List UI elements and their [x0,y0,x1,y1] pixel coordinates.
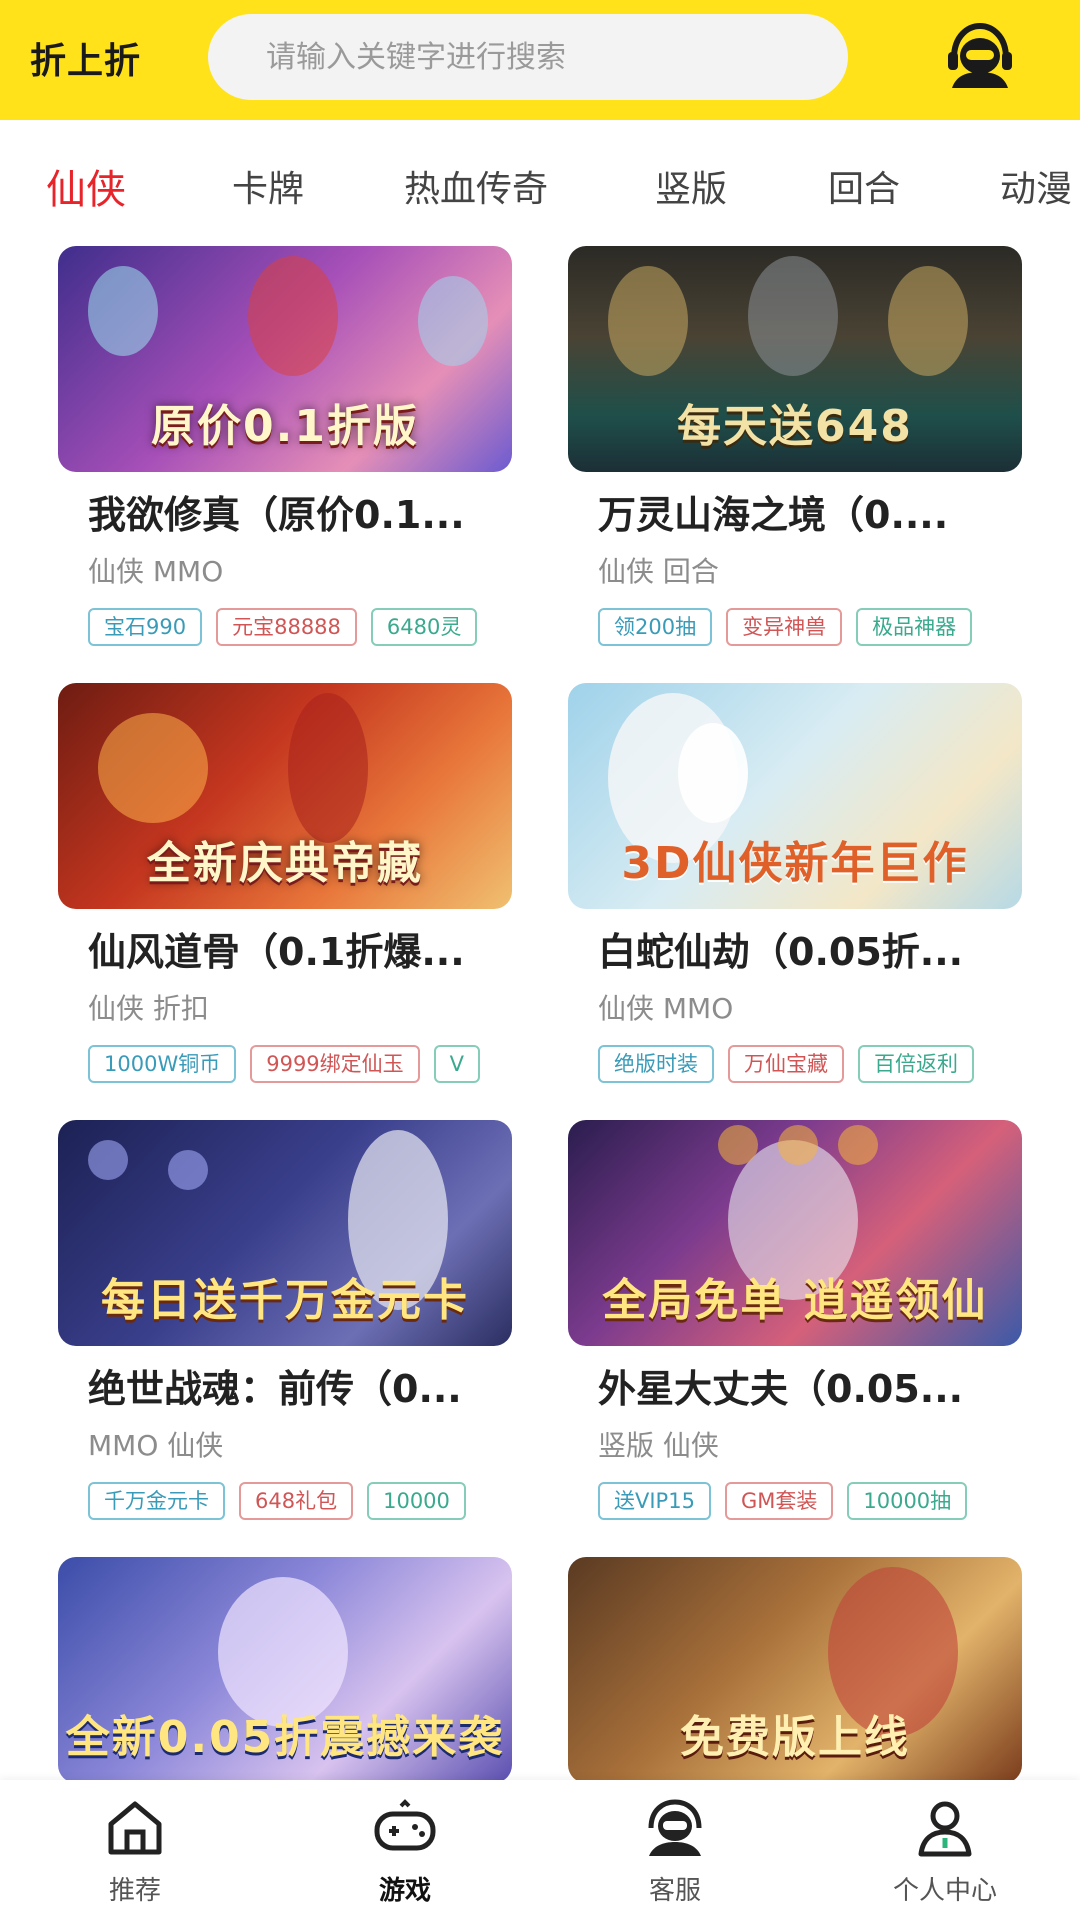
tag-list: 送VIP15 GM套装 10000抽 [598,1482,1022,1522]
tag: 万仙宝藏 [728,1045,844,1083]
nav-games[interactable]: 游戏 [270,1780,540,1920]
tag: 10000抽 [847,1482,968,1520]
tab-kapai[interactable]: 卡牌 [232,160,304,212]
banner-text: 每天送648 [677,401,913,452]
game-banner: 全新庆典帝藏 [58,683,512,909]
tag-list: 宝石990 元宝88888 6480灵 [88,608,512,648]
game-title: 仙风道骨（0.1折爆... [88,930,465,974]
tag: V [433,1045,481,1083]
tag-list: 绝版时装 万仙宝藏 百倍返利 [598,1045,1022,1085]
game-banner: 免费版上线 [568,1557,1022,1780]
game-banner: 原价0.1折版 [58,246,512,472]
tag: 千万金元卡 [88,1482,225,1520]
tag: 宝石990 [88,608,203,646]
tag: 极品神器 [856,608,973,646]
bottom-nav: 推荐 游戏 客服 个人中心 [0,1780,1080,1920]
game-title: 万灵山海之境（0.... [598,493,949,537]
tag: 送VIP15 [598,1482,711,1520]
tag: 变异神兽 [726,608,843,646]
game-banner: 全新0.05折震撼来袭 [58,1557,512,1780]
search-input[interactable] [266,39,806,75]
tag: GM套装 [724,1482,834,1520]
gamepad-icon [373,1798,437,1858]
tag: 9999绑定仙玉 [250,1045,420,1083]
game-card[interactable]: 原价0.1折版 我欲修真（原价0.1... 仙侠 MMO 宝石990 元宝8888… [58,246,512,666]
game-title: 外星大丈夫（0.05... [598,1367,964,1411]
game-card[interactable]: 每天送648 万灵山海之境（0.... 仙侠 回合 领200抽 变异神兽 极品神器 [568,246,1022,666]
tab-rexue-chuanqi[interactable]: 热血传奇 [404,160,548,212]
banner-text: 全新庆典帝藏 [147,838,423,889]
tag: 1000W铜币 [88,1045,237,1083]
tag-list: 千万金元卡 648礼包 10000 [88,1482,512,1522]
tag: 领200抽 [598,608,713,646]
nav-label: 客服 [648,1876,701,1906]
tab-shuban[interactable]: 竖版 [655,160,727,212]
game-card[interactable]: 全新0.05折震撼来袭 [58,1557,512,1780]
game-card[interactable]: 3D仙侠新年巨作 白蛇仙劫（0.05折... 仙侠 MMO 绝版时装 万仙宝藏 百倍… [568,683,1022,1103]
tag-list: 1000W铜币 9999绑定仙玉 V [88,1045,512,1085]
game-category: MMO 仙侠 [88,1429,224,1462]
game-banner: 全局免单 逍遥领仙 [568,1120,1022,1346]
search-bar[interactable] [208,14,848,100]
game-title: 我欲修真（原价0.1... [88,493,465,537]
tag-list: 领200抽 变异神兽 极品神器 [598,608,1022,648]
game-category: 仙侠 折扣 [88,992,209,1025]
game-card[interactable]: 全局免单 逍遥领仙 外星大丈夫（0.05... 竖版 仙侠 送VIP15 GM套装… [568,1120,1022,1540]
headset-agent-icon [643,1798,707,1858]
tag: 10000 [367,1482,466,1520]
game-banner: 每日送千万金元卡 [58,1120,512,1346]
tab-dongman[interactable]: 动漫 [1000,160,1072,212]
game-title: 白蛇仙劫（0.05折... [598,930,964,974]
nav-customer-service[interactable]: 客服 [540,1780,810,1920]
banner-text: 全新0.05折震撼来袭 [65,1712,505,1763]
tag: 绝版时装 [598,1045,714,1083]
game-banner: 每天送648 [568,246,1022,472]
nav-profile[interactable]: 个人中心 [810,1780,1080,1920]
game-card[interactable]: 免费版上线 [568,1557,1022,1780]
banner-text: 3D仙侠新年巨作 [621,838,969,889]
banner-text: 全局免单 逍遥领仙 [602,1275,988,1326]
tag: 百倍返利 [858,1045,974,1083]
nav-label: 个人中心 [892,1876,997,1906]
game-category: 竖版 仙侠 [598,1429,719,1462]
nav-recommend[interactable]: 推荐 [0,1780,270,1920]
game-category: 仙侠 MMO [88,555,224,588]
tag: 6480灵 [370,608,478,646]
category-tabs: 仙侠 卡牌 热血传奇 竖版 回合 动漫 [0,120,1080,250]
game-category: 仙侠 回合 [598,555,719,588]
banner-text: 原价0.1折版 [151,401,419,452]
tab-huihe[interactable]: 回合 [828,160,900,212]
game-card[interactable]: 全新庆典帝藏 仙风道骨（0.1折爆... 仙侠 折扣 1000W铜币 9999绑定… [58,683,512,1103]
game-grid: 原价0.1折版 我欲修真（原价0.1... 仙侠 MMO 宝石990 元宝8888… [0,246,1080,1780]
nav-label: 游戏 [378,1876,431,1906]
app-title: 折上折 [30,41,142,82]
top-bar: 折上折 [0,0,1080,120]
headset-agent-icon[interactable] [944,22,1016,90]
game-title: 绝世战魂：前传（0... [88,1367,462,1411]
game-category: 仙侠 MMO [598,992,734,1025]
tab-xianxia[interactable]: 仙侠 [46,157,126,215]
home-icon [103,1798,167,1858]
game-banner: 3D仙侠新年巨作 [568,683,1022,909]
user-profile-icon [913,1798,977,1858]
banner-text: 每日送千万金元卡 [101,1275,469,1326]
nav-label: 推荐 [108,1876,161,1906]
banner-text: 免费版上线 [680,1712,910,1763]
tag: 元宝88888 [216,608,357,646]
game-card[interactable]: 每日送千万金元卡 绝世战魂：前传（0... MMO 仙侠 千万金元卡 648礼包 1… [58,1120,512,1540]
tag: 648礼包 [239,1482,354,1520]
